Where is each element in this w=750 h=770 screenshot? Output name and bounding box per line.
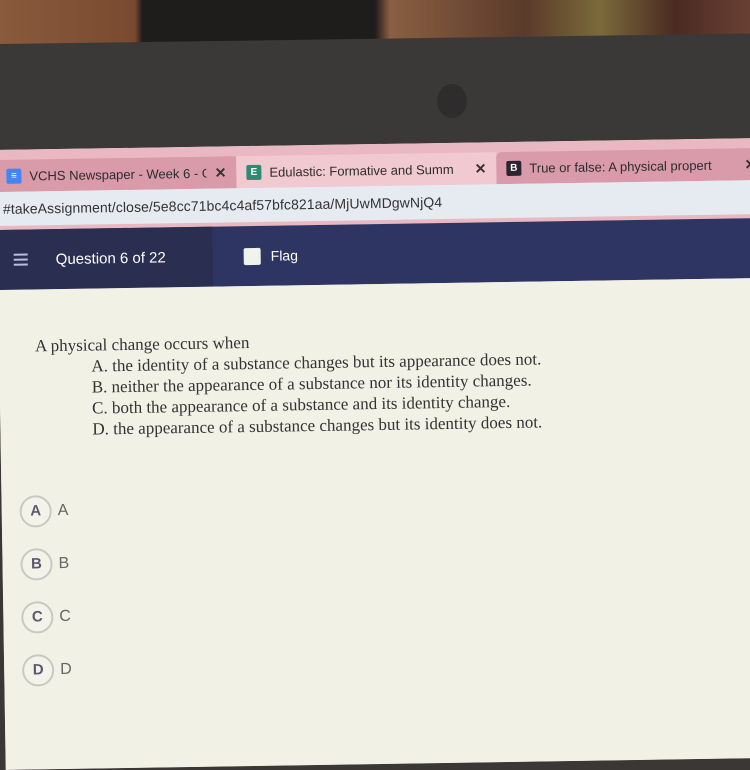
tab-title: VCHS Newspaper - Week 6 - Goo	[29, 165, 207, 183]
webcam	[437, 84, 467, 118]
answer-choice-d[interactable]: D D	[21, 643, 72, 697]
url-text[interactable]: #takeAssignment/close/5e8cc71bc4c4af57bf…	[0, 194, 443, 217]
choice-label[interactable]: D	[60, 660, 72, 678]
choice-label[interactable]: C	[59, 607, 71, 625]
flag-label: Flag	[270, 247, 299, 264]
question-nav: Question 6 of 22	[0, 226, 214, 290]
tab-vchs-newspaper[interactable]: ≡ VCHS Newspaper - Week 6 - Goo ✕	[0, 156, 237, 192]
radio-bubble[interactable]: C	[21, 600, 54, 634]
answer-choices: A A B B C C D D	[19, 484, 72, 697]
radio-bubble[interactable]: A	[19, 494, 52, 528]
close-icon[interactable]: ✕	[474, 160, 486, 177]
tab-brainly[interactable]: B True or false: A physical propert ✕	[496, 147, 750, 185]
browser-window: ≡ VCHS Newspaper - Week 6 - Goo ✕ E Edul…	[0, 137, 750, 770]
flag-checkbox[interactable]	[243, 247, 261, 265]
google-docs-icon: ≡	[6, 168, 22, 184]
tab-edulastic[interactable]: E Edulastic: Formative and Summ ✕	[236, 152, 497, 189]
tab-title: Edulastic: Formative and Summ	[269, 161, 454, 180]
flag-button[interactable]: Flag	[243, 225, 298, 286]
choice-label[interactable]: B	[58, 554, 69, 572]
question-text: A physical change occurs when A. the ide…	[35, 327, 542, 440]
close-icon[interactable]: ✕	[744, 156, 750, 173]
radio-bubble[interactable]: B	[20, 547, 53, 581]
close-icon[interactable]: ✕	[215, 164, 227, 181]
tab-title: True or false: A physical propert	[529, 157, 712, 176]
menu-icon[interactable]	[13, 253, 28, 266]
radio-bubble[interactable]: D	[21, 653, 55, 687]
question-counter[interactable]: Question 6 of 22	[56, 249, 166, 268]
answer-choice-a[interactable]: A A	[19, 484, 69, 538]
answer-choice-c[interactable]: C C	[21, 590, 71, 644]
answer-choice-b[interactable]: B B	[20, 537, 70, 591]
edulastic-icon: E	[246, 164, 262, 180]
choice-label[interactable]: A	[58, 501, 69, 519]
option-list: A. the identity of a substance changes b…	[91, 348, 542, 439]
brainly-icon: B	[506, 160, 522, 176]
question-area: A physical change occurs when A. the ide…	[0, 277, 750, 770]
